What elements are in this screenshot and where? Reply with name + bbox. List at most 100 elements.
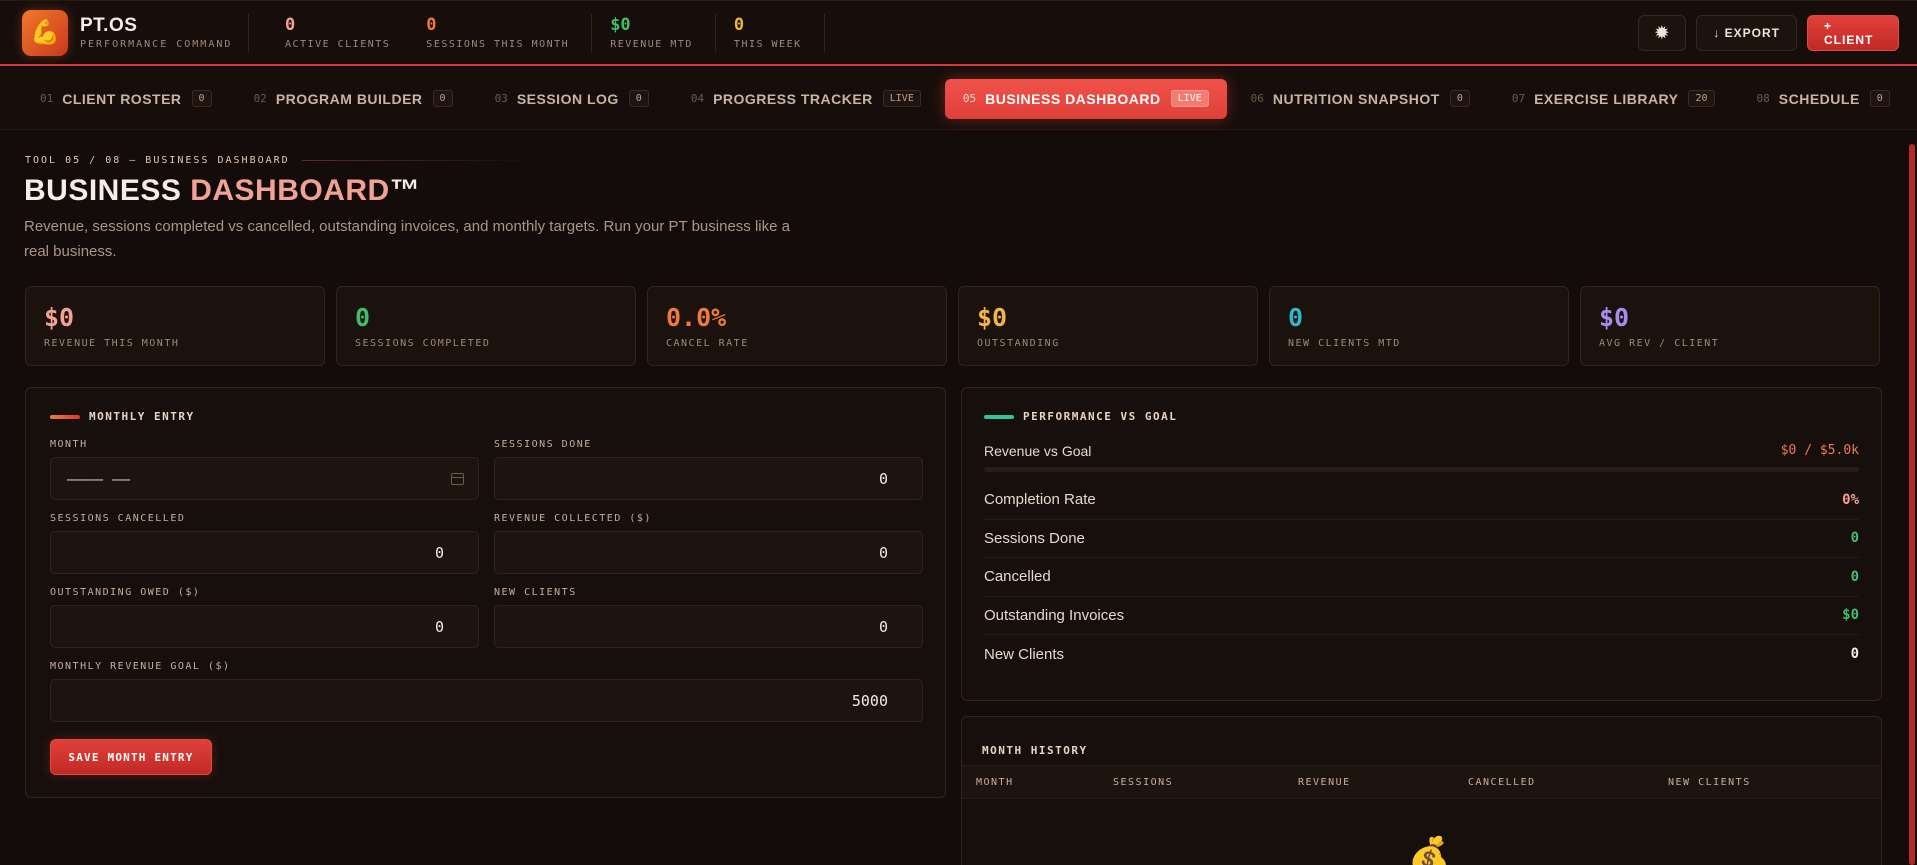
money-bag-icon: 💰 [1408, 836, 1451, 865]
history-column-header[interactable]: REVENUE [1298, 777, 1468, 788]
kpi-cards: $0 REVENUE THIS MONTH 0 SESSIONS COMPLETED 0… [25, 286, 1880, 366]
tab-number: 02 [253, 92, 267, 105]
metric-label: New Clients [984, 645, 1065, 663]
kpi-outstanding: $0 OUTSTANDING [958, 286, 1258, 366]
tab-business-dashboard[interactable]: 05 BUSINESS DASHBOARD LIVE [944, 78, 1227, 119]
metric-row: New Clients 0 [984, 635, 1859, 674]
page-title: BUSINESS DASHBOARD™ [24, 174, 421, 207]
metric-value: 0 [1850, 646, 1859, 663]
metric-row: Sessions Done 0 [984, 520, 1859, 558]
breadcrumb: TOOL 05 / 08 — BUSINESS DASHBOARD [25, 155, 542, 166]
tab-program-builder[interactable]: 02 PROGRAM BUILDER 0 [236, 79, 471, 119]
accent-bar [50, 414, 80, 419]
performance-goal-panel: PERFORMANCE VS GOAL Revenue vs Goal $0 /… [961, 387, 1882, 701]
metric-label: Sessions Done [984, 529, 1085, 547]
sessions-cancelled-input[interactable]: 0 [50, 531, 479, 574]
metric-value: 0 [1850, 568, 1859, 585]
tab-number: 06 [1250, 92, 1264, 105]
tab-schedule[interactable]: 08 SCHEDULE 0 [1739, 79, 1908, 119]
tab-session-log[interactable]: 03 SESSION LOG 0 [477, 79, 667, 119]
theme-toggle-button[interactable]: ✹ [1638, 14, 1687, 51]
tab-label: SESSION LOG [516, 90, 619, 107]
kpi-new-clients-mtd: 0 NEW CLIENTS MTD [1269, 286, 1569, 366]
divider [823, 13, 825, 52]
tab-progress-tracker[interactable]: 04 PROGRESS TRACKER LIVE [673, 79, 939, 119]
kpi-revenue-this-month: $0 REVENUE THIS MONTH [25, 286, 325, 366]
metric-label: Completion Rate [984, 491, 1096, 509]
save-month-entry-button[interactable]: SAVE MONTH ENTRY [50, 739, 212, 775]
sun-icon: ✹ [1655, 24, 1670, 42]
kpi-value: $0 [44, 303, 75, 332]
month-label: MONTH [50, 439, 88, 450]
app-subtitle: PERFORMANCE COMMAND [80, 39, 233, 50]
month-input[interactable]: ———— —— [50, 457, 479, 500]
tab-badge: 0 [191, 90, 212, 107]
tab-number: 04 [690, 92, 705, 105]
goal-metrics: Completion Rate 0% Sessions Done 0 Cancelled… [984, 481, 1859, 674]
sessions-done-input[interactable]: 0 [494, 457, 923, 500]
tab-number: 07 [1511, 92, 1526, 105]
revenue-collected-input[interactable]: 0 [494, 531, 923, 574]
flexed-bicep-icon: 💪 [22, 9, 68, 56]
history-column-header[interactable]: MONTH [976, 777, 1113, 788]
export-button[interactable]: ↓ EXPORT [1696, 14, 1797, 51]
kpi-label: OUTSTANDING [977, 338, 1060, 349]
revenue-vs-goal-value: $0 / $5.0k [1780, 443, 1859, 458]
outstanding-owed-input[interactable]: 0 [50, 605, 479, 648]
divider [591, 13, 593, 52]
history-table-header: MONTH SESSIONS REVENUE CANCELLED NEW CLIENTS [962, 765, 1881, 799]
tab-badge: 0 [432, 90, 453, 107]
header-stat-this-week: 0 THIS WEEK [733, 15, 802, 50]
app-name: PT.OS [80, 15, 138, 36]
kpi-cancel-rate: 0.0% CANCEL RATE [647, 286, 947, 366]
scrollbar-thumb[interactable] [1909, 144, 1915, 865]
panel-title: MONTH HISTORY [982, 744, 1088, 757]
tab-badge: 0 [1449, 90, 1470, 107]
revenue-vs-goal-label: Revenue vs Goal [984, 443, 1092, 459]
add-client-button[interactable]: + CLIENT [1807, 14, 1899, 51]
history-column-header[interactable]: CANCELLED [1468, 777, 1668, 788]
kpi-label: NEW CLIENTS MTD [1288, 338, 1401, 349]
monthly-entry-panel: MONTHLY ENTRY MONTH ———— —— SESSIONS DON… [25, 387, 946, 798]
revenue-goal-input[interactable]: 5000 [50, 679, 923, 722]
metric-value: $0 [1842, 607, 1859, 624]
kpi-label: REVENUE THIS MONTH [44, 338, 180, 349]
metric-value: 0 [1850, 530, 1859, 547]
sessions-done-label: SESSIONS DONE [494, 439, 592, 450]
kpi-value: $0 [1599, 303, 1630, 332]
tab-badge: LIVE [882, 90, 921, 107]
revenue-goal-label: MONTHLY REVENUE GOAL ($) [50, 661, 231, 672]
revenue-collected-label: REVENUE COLLECTED ($) [494, 513, 652, 524]
kpi-value: 0 [1288, 303, 1304, 332]
tab-label: PROGRAM BUILDER [275, 90, 423, 107]
divider [301, 160, 542, 161]
tab-number: 01 [40, 92, 54, 105]
tab-number: 05 [962, 92, 977, 105]
brand[interactable]: 💪 PT.OS PERFORMANCE COMMAND [22, 9, 248, 56]
tab-badge: 0 [1869, 90, 1890, 107]
tool-tabs: 01 CLIENT ROSTER 0 02 PROGRAM BUILDER 0 03 SESS… [0, 68, 1917, 130]
panel-title: MONTHLY ENTRY [50, 410, 921, 423]
tab-nutrition-snapshot[interactable]: 06 NUTRITION SNAPSHOT 0 [1233, 79, 1488, 119]
kpi-sessions-completed: 0 SESSIONS COMPLETED [336, 286, 636, 366]
metric-row: Outstanding Invoices $0 [984, 597, 1859, 635]
tab-label: NUTRITION SNAPSHOT [1272, 90, 1440, 107]
kpi-avg-rev-client: $0 AVG REV / CLIENT [1580, 286, 1880, 366]
new-clients-input[interactable]: 0 [494, 605, 923, 648]
divider [714, 13, 716, 52]
history-column-header[interactable]: NEW CLIENTS [1668, 777, 1868, 788]
kpi-value: 0 [355, 303, 371, 332]
outstanding-owed-label: OUTSTANDING OWED ($) [50, 587, 201, 598]
header-stat-sessions-month: 0 SESSIONS THIS MONTH [426, 15, 570, 50]
header-stats: 0 ACTIVE CLIENTS 0 SESSIONS THIS MONTH $… [248, 13, 861, 52]
tab-exercise-library[interactable]: 07 EXERCISE LIBRARY 20 [1494, 79, 1733, 119]
divider [248, 13, 249, 52]
calendar-icon[interactable] [451, 472, 464, 485]
tab-label: BUSINESS DASHBOARD [985, 90, 1161, 107]
tab-label: CLIENT ROSTER [62, 90, 182, 107]
tab-client-roster[interactable]: 01 CLIENT ROSTER 0 [22, 79, 230, 119]
metric-value: 0% [1842, 491, 1859, 508]
header-stat-revenue-mtd: $0 REVENUE MTD [610, 15, 693, 50]
page-description: Revenue, sessions completed vs cancelled… [24, 218, 790, 260]
history-column-header[interactable]: SESSIONS [1113, 777, 1298, 788]
